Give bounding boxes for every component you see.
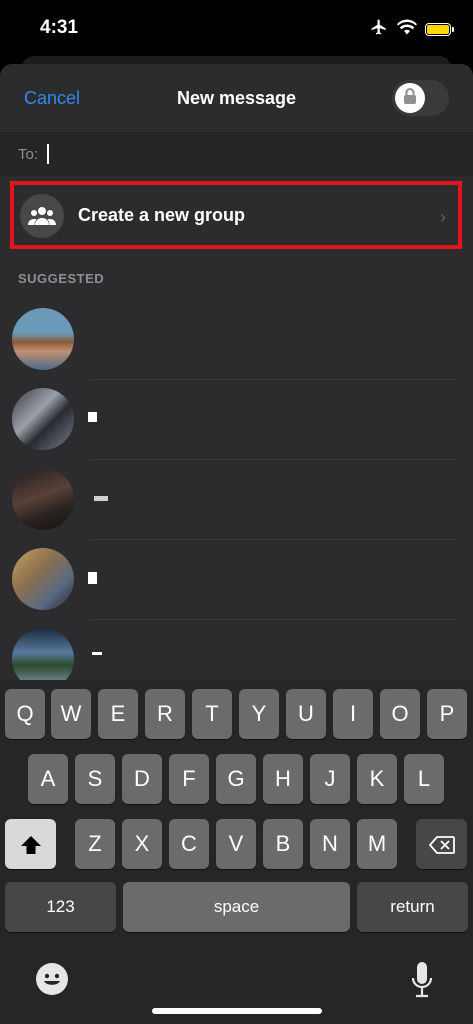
toggle-knob [395,83,425,113]
avatar [12,468,74,530]
suggested-section-header: SUGGESTED [18,271,105,286]
backspace-icon [428,831,455,856]
key-o[interactable]: O [380,689,420,739]
redacted-name [88,412,97,422]
to-field[interactable]: To: [0,132,473,176]
numbers-key[interactable]: 123 [5,882,116,932]
suggested-contact[interactable] [0,540,473,620]
home-indicator[interactable] [152,1008,322,1014]
return-key[interactable]: return [357,882,468,932]
key-l[interactable]: L [404,754,444,804]
key-d[interactable]: D [122,754,162,804]
avatar [12,308,74,370]
key-i[interactable]: I [333,689,373,739]
status-icons [369,18,454,41]
group-icon [20,194,64,238]
key-u[interactable]: U [286,689,326,739]
keyboard: Q W E R T Y U I O P A S D F G H J K L Z … [0,680,473,1024]
lock-icon [402,87,418,110]
secret-chat-toggle[interactable] [392,80,449,116]
text-cursor [47,144,49,164]
key-m[interactable]: M [357,819,397,869]
redacted-name [88,572,97,584]
key-x[interactable]: X [122,819,162,869]
airplane-mode-icon [369,18,389,41]
key-q[interactable]: Q [5,689,45,739]
to-label: To: [18,146,39,163]
avatar [12,388,74,450]
battery-icon [425,23,454,36]
key-j[interactable]: J [310,754,350,804]
suggested-contact[interactable] [0,380,473,460]
avatar [12,548,74,610]
nav-bar: Cancel New message [0,64,473,132]
key-y[interactable]: Y [239,689,279,739]
key-c[interactable]: C [169,819,209,869]
key-s[interactable]: S [75,754,115,804]
create-group-label: Create a new group [78,205,246,225]
key-e[interactable]: E [98,689,138,739]
wifi-icon [397,19,417,40]
status-bar: 4:31 [0,0,473,56]
suggested-contact[interactable] [0,460,473,540]
shift-icon [20,831,42,856]
space-key[interactable]: space [123,882,350,932]
suggested-contact[interactable] [0,300,473,380]
key-t[interactable]: T [192,689,232,739]
key-h[interactable]: H [263,754,303,804]
key-z[interactable]: Z [75,819,115,869]
key-k[interactable]: K [357,754,397,804]
emoji-icon[interactable] [36,963,68,995]
key-g[interactable]: G [216,754,256,804]
backspace-key[interactable] [416,819,467,869]
redacted-name [92,652,102,655]
microphone-icon[interactable] [410,960,434,1000]
key-f[interactable]: F [169,754,209,804]
status-time: 4:31 [40,17,79,38]
key-p[interactable]: P [427,689,467,739]
key-a[interactable]: A [28,754,68,804]
key-r[interactable]: R [145,689,185,739]
key-b[interactable]: B [263,819,303,869]
redacted-name [94,496,108,501]
key-w[interactable]: W [51,689,91,739]
key-n[interactable]: N [310,819,350,869]
shift-key[interactable] [5,819,56,869]
key-v[interactable]: V [216,819,256,869]
create-group-row[interactable]: Create a new group › [10,181,462,249]
chevron-right-icon: › [440,207,446,227]
